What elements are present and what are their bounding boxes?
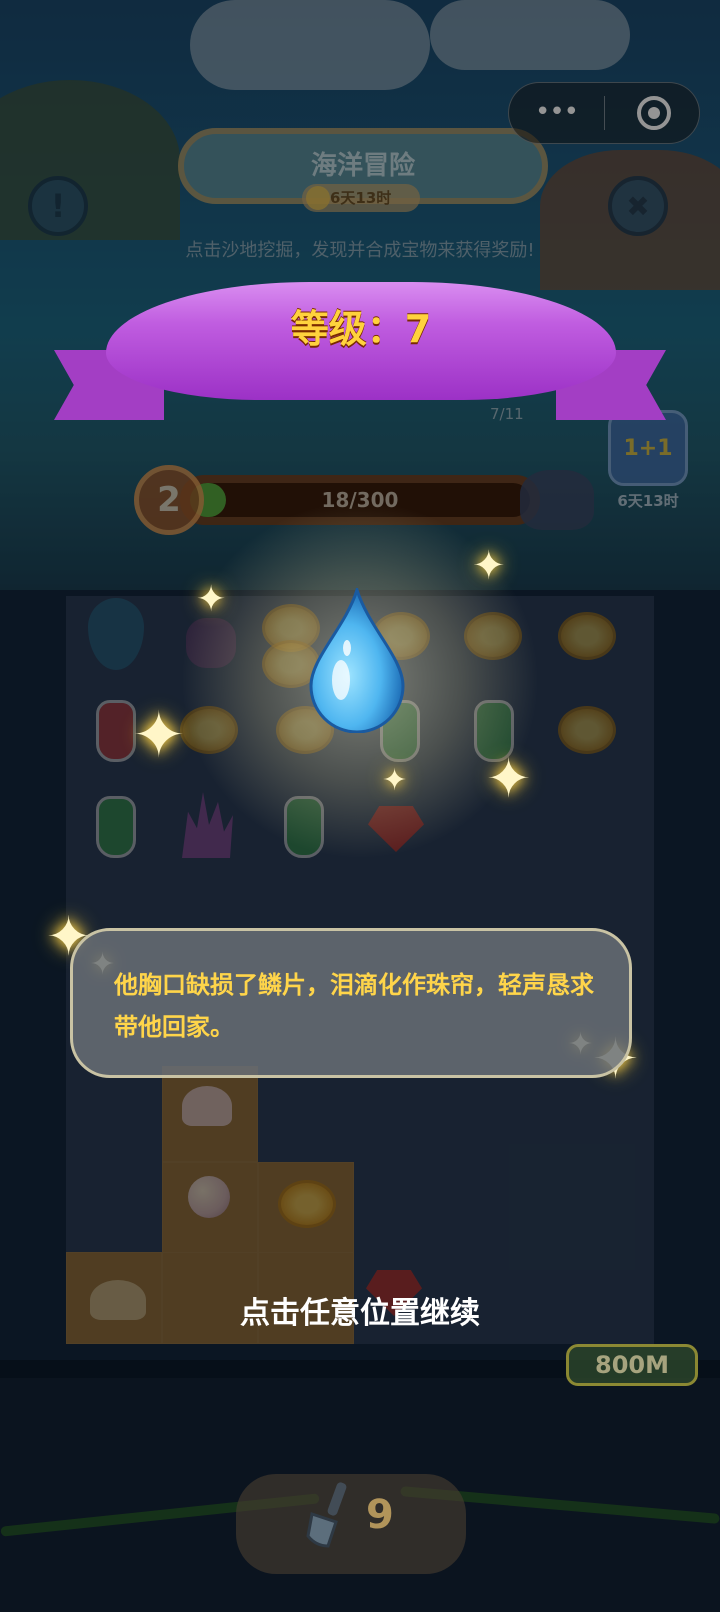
sparkle-icon: ✦ [472,543,506,589]
sparkle-icon: ✦ [382,763,408,798]
sparkle-icon: ✦ [132,699,186,773]
depth-counter: 800M [566,1344,698,1386]
tap-to-continue[interactable]: 点击任意位置继续 [0,1288,720,1332]
level-label: 等级：7 [290,307,432,351]
shovel-icon [306,1482,347,1548]
story-text: 他胸口缺损了鳞片，泪滴化作珠帘，轻声恳求带他回家。 [114,971,594,1041]
sparkle-icon: ✦ [486,747,532,810]
shovel-count: 9 [366,1492,394,1538]
water-drop-reward-icon [309,588,405,733]
sparkle-icon: ✦ [196,579,227,620]
